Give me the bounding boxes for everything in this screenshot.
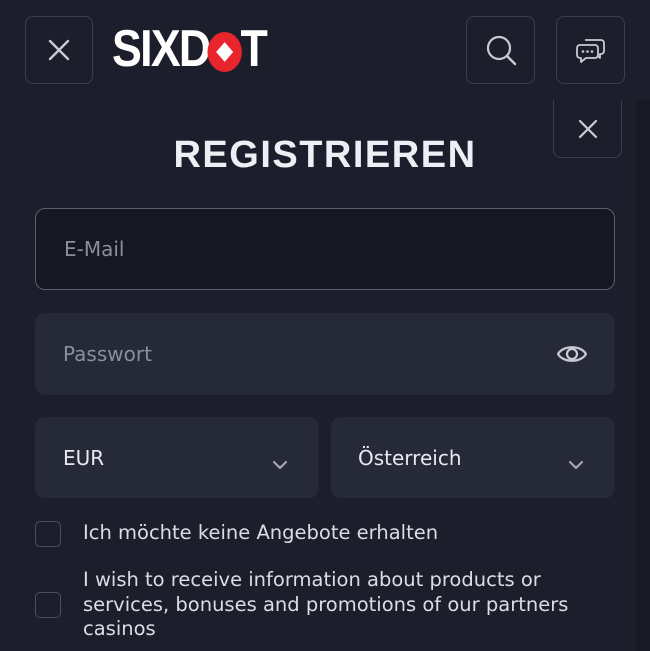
chevron-down-icon: [273, 451, 287, 475]
close-icon: [48, 39, 70, 61]
partner-info-label[interactable]: I wish to receive information about prod…: [83, 568, 613, 642]
show-password-toggle[interactable]: [556, 340, 588, 373]
currency-select[interactable]: EUR: [35, 417, 319, 498]
top-header: SIXD T: [0, 0, 650, 100]
partner-info-checkbox[interactable]: [35, 592, 61, 618]
country-selected-value: Österreich: [358, 445, 462, 470]
eye-icon: [556, 346, 588, 362]
no-offers-label[interactable]: Ich möchte keine Angebote erhalten: [83, 521, 438, 546]
scrollbar-track[interactable]: [636, 100, 650, 651]
logo-wordmark: SIXD T: [112, 20, 268, 78]
no-offers-checkbox[interactable]: [35, 521, 61, 547]
chat-icon: [575, 39, 605, 63]
header-close-button[interactable]: [25, 16, 93, 84]
country-select[interactable]: Österreich: [331, 417, 615, 498]
search-icon: [486, 35, 516, 66]
password-placeholder: Passwort: [63, 342, 152, 366]
search-button[interactable]: [466, 16, 535, 84]
chat-button[interactable]: [556, 16, 625, 84]
email-field[interactable]: E-Mail: [35, 208, 615, 290]
modal-title: REGISTRIEREN: [173, 134, 477, 176]
logo-dot-icon: [207, 32, 243, 73]
chevron-down-icon: [569, 451, 583, 475]
brand-logo[interactable]: SIXD T: [112, 20, 291, 78]
password-field[interactable]: Passwort: [35, 313, 615, 395]
email-placeholder: E-Mail: [64, 237, 125, 261]
currency-selected-value: EUR: [63, 445, 105, 470]
